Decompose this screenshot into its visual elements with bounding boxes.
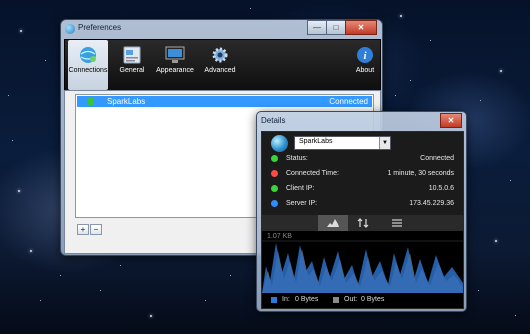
- out-swatch: [333, 297, 339, 303]
- traffic-graph: 1.07 KB: [262, 231, 463, 293]
- status-dot-icon: [271, 155, 278, 162]
- add-connection-button[interactable]: +: [77, 224, 89, 235]
- general-icon: [122, 46, 142, 64]
- traffic-graph-plot: [262, 240, 463, 293]
- preferences-toolbar: Connections General Appearance Advanced …: [64, 39, 381, 91]
- chevron-down-icon: ▼: [379, 137, 390, 149]
- lock-icon: [88, 98, 94, 105]
- traffic-in-area: [262, 243, 463, 293]
- graph-icon: [327, 219, 339, 227]
- details-window: Details ✕ SparkLabs ▼ Status: Connected …: [256, 111, 467, 312]
- window-title: Preferences: [78, 23, 122, 32]
- maximize-button[interactable]: □: [326, 20, 346, 35]
- tab-advanced[interactable]: Advanced: [202, 40, 238, 90]
- list-item[interactable]: SparkLabs Connected: [77, 96, 372, 107]
- about-icon: i: [355, 46, 375, 64]
- server-dot-icon: [271, 200, 278, 207]
- graph-scale-label: 1.07 KB: [267, 233, 292, 240]
- in-swatch: [271, 297, 277, 303]
- tab-appearance[interactable]: Appearance: [155, 40, 195, 90]
- close-button[interactable]: ✕: [440, 113, 462, 128]
- client-ip-row: Client IP: 10.5.0.6: [262, 182, 463, 196]
- title-bar[interactable]: Details ✕: [256, 111, 467, 131]
- advanced-icon: [210, 46, 230, 64]
- transfer-icon: [357, 218, 369, 228]
- connection-status: Connected: [329, 97, 368, 106]
- tab-log[interactable]: [382, 215, 412, 231]
- tab-graph[interactable]: [318, 215, 348, 231]
- time-dot-icon: [271, 170, 278, 177]
- app-icon: [65, 24, 75, 34]
- globe-icon: [271, 135, 288, 152]
- tab-general[interactable]: General: [115, 40, 149, 90]
- tab-connections[interactable]: Connections: [68, 40, 108, 90]
- tab-transfer[interactable]: [348, 215, 378, 231]
- connection-select[interactable]: SparkLabs ▼: [294, 136, 391, 150]
- details-tabs: [262, 215, 463, 231]
- remove-connection-button[interactable]: −: [90, 224, 102, 235]
- connected-time-row: Connected Time: 1 minute, 30 seconds: [262, 167, 463, 181]
- log-icon: [392, 219, 402, 227]
- connections-icon: [78, 46, 98, 64]
- status-row: Status: Connected: [262, 152, 463, 166]
- close-button[interactable]: ✕: [345, 20, 377, 35]
- title-bar[interactable]: Preferences — □ ✕: [60, 19, 383, 39]
- server-ip-row: Server IP: 173.45.229.36: [262, 197, 463, 211]
- connection-name: SparkLabs: [107, 97, 146, 106]
- connection-info: SparkLabs ▼ Status: Connected Connected …: [262, 132, 463, 215]
- out-bytes: 0 Bytes: [361, 296, 385, 303]
- client-dot-icon: [271, 185, 278, 192]
- window-title: Details: [261, 116, 286, 125]
- tab-about[interactable]: i About: [352, 40, 378, 90]
- in-bytes: 0 Bytes: [295, 296, 319, 303]
- traffic-legend: In: 0 Bytes Out: 0 Bytes: [262, 293, 463, 308]
- minimize-button[interactable]: —: [307, 20, 327, 35]
- details-body: SparkLabs ▼ Status: Connected Connected …: [261, 131, 464, 309]
- appearance-icon: [165, 46, 185, 64]
